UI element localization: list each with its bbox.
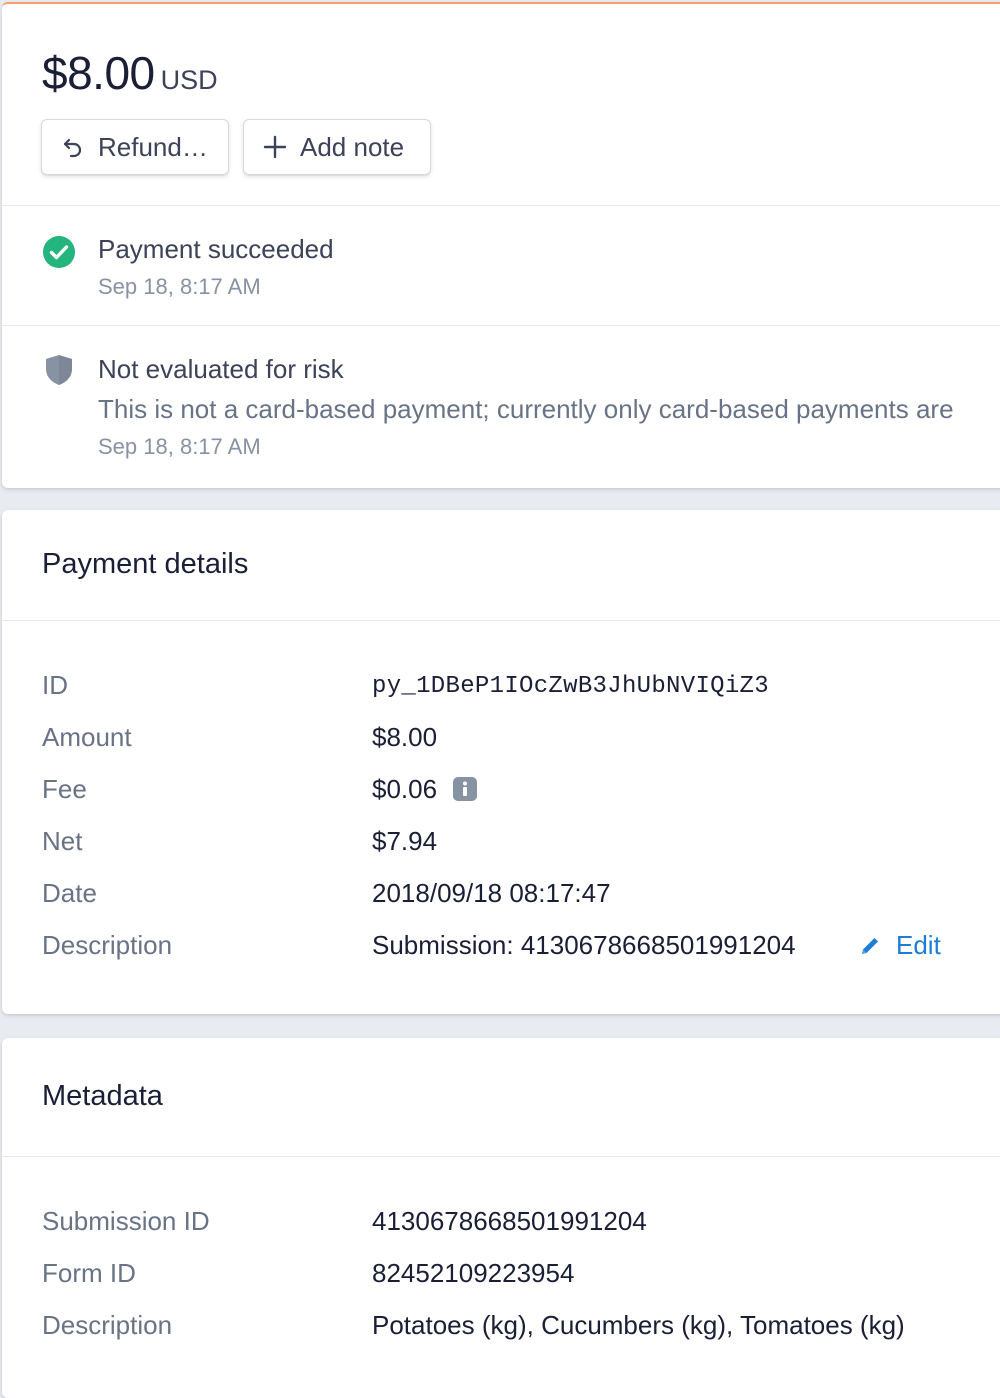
fee-value-wrapper: $0.06 xyxy=(372,774,478,805)
event-description: This is not a card-based payment; curren… xyxy=(98,394,954,424)
row-value: $0.06 xyxy=(372,774,438,804)
row-label: Submission ID xyxy=(42,1206,210,1236)
info-icon[interactable] xyxy=(453,777,478,801)
payment-summary-card: $8.00 USD Refund… Add note Payment succee… xyxy=(2,2,1000,488)
divider xyxy=(2,205,1000,206)
row-value: $8.00 xyxy=(372,722,438,752)
row-label: Description xyxy=(42,1310,173,1340)
shield-icon xyxy=(45,354,79,388)
payment-id-value: py_1DBeP1IOcZwB3JhUbNVIQiZ3 xyxy=(372,673,769,700)
row-label: Date xyxy=(42,878,97,908)
refund-button-label: Refund… xyxy=(98,131,208,162)
refund-arrow-icon xyxy=(60,134,86,160)
plus-icon xyxy=(262,134,288,160)
pencil-icon xyxy=(862,937,878,954)
row-label: Amount xyxy=(42,722,132,752)
payment-amount: $8.00 USD xyxy=(42,46,218,100)
amount-currency: USD xyxy=(160,65,218,95)
divider xyxy=(2,620,1000,621)
metadata-card: Metadata Submission ID 41306786685019912… xyxy=(2,1038,1000,1398)
section-title: Metadata xyxy=(42,1080,163,1112)
row-value: 4130678668501991204 xyxy=(372,1206,647,1236)
row-label: Net xyxy=(42,826,83,856)
event-time: Sep 18, 8:17 AM xyxy=(98,274,261,299)
row-label: Description xyxy=(42,930,173,960)
event-time: Sep 18, 8:17 AM xyxy=(98,434,261,459)
divider xyxy=(2,325,1000,326)
row-value: Potatoes (kg), Cucumbers (kg), Tomatoes … xyxy=(372,1310,905,1340)
row-value: 82452109223954 xyxy=(372,1258,575,1288)
add-note-button-label: Add note xyxy=(300,131,405,162)
add-note-button[interactable]: Add note xyxy=(243,119,431,175)
row-value: Submission: 4130678668501991204 xyxy=(372,930,796,960)
event-title: Payment succeeded xyxy=(98,234,334,264)
refund-button[interactable]: Refund… xyxy=(41,119,229,175)
payment-details-card: Payment details ID py_1DBeP1IOcZwB3JhUbN… xyxy=(2,510,1000,1014)
row-label: Form ID xyxy=(42,1258,136,1288)
section-title: Payment details xyxy=(42,548,249,580)
divider xyxy=(2,1156,1000,1157)
event-title: Not evaluated for risk xyxy=(98,354,344,384)
amount-value: $8.00 xyxy=(42,47,155,99)
check-circle-icon xyxy=(42,235,76,269)
row-value: $7.94 xyxy=(372,826,438,856)
row-label: Fee xyxy=(42,774,87,804)
edit-label: Edit xyxy=(896,930,941,960)
row-value: 2018/09/18 08:17:47 xyxy=(372,878,611,908)
row-label: ID xyxy=(42,670,68,700)
edit-description-link[interactable]: Edit xyxy=(858,930,941,961)
